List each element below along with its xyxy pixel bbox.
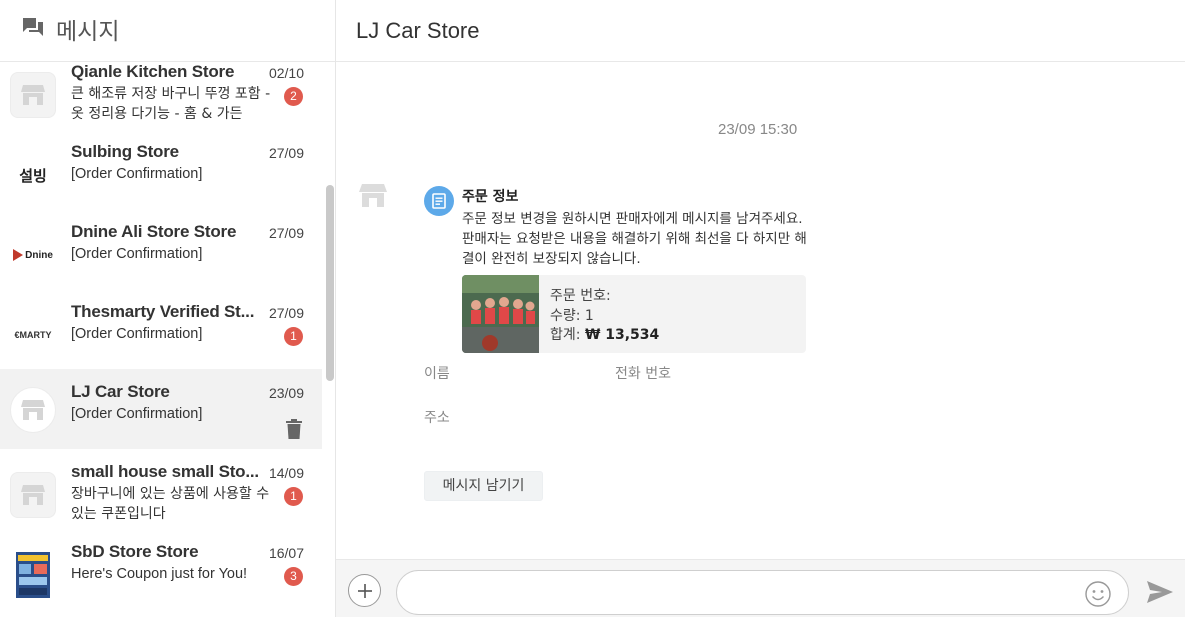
chat-title: LJ Car Store (356, 18, 480, 43)
phone-label: 전화 번호 (615, 366, 671, 382)
conversation-date: 27/09 (268, 145, 304, 161)
conversation-name: Sulbing Store (71, 142, 179, 161)
conversation-preview: [Order Confirmation] (71, 246, 203, 262)
store-avatar (10, 72, 56, 118)
store-icon (359, 184, 387, 207)
name-label: 이름 (424, 366, 450, 382)
chat-header: LJ Car Store (336, 0, 1185, 62)
conversation-name: LJ Car Store (71, 382, 170, 401)
order-total-value: ₩ 13,534 (584, 327, 660, 343)
store-logo: 설빙 (10, 152, 56, 198)
conversation-list[interactable]: Qianle Kitchen Store 02/10 큰 해조류 저장 바구니 … (0, 62, 322, 617)
unread-badge: 1 (284, 327, 303, 346)
conversation-item[interactable]: Dnine Dnine Ali Store Store 27/09 [Order… (0, 214, 322, 294)
conversation-panel: 메시지 Qianle Kitchen Store 02/10 큰 해조류 저장 … (0, 0, 336, 617)
order-info-title: 주문 정보 (462, 189, 519, 205)
message-input[interactable] (396, 570, 1129, 615)
order-number-label: 주문 번호: (550, 288, 611, 304)
conversation-preview: 큰 해조류 저장 바구니 뚜껑 포함 - 옷 정리용 다기능 - 홈 & 가든 (71, 86, 271, 122)
conversation-date: 27/09 (268, 225, 304, 241)
order-info-body: 주문 정보 변경을 원하시면 판매자에게 메시지를 남겨주세요. 판매자는 요청… (462, 211, 807, 267)
store-avatar (10, 472, 56, 518)
order-quantity: 수량: 1 (550, 308, 594, 324)
conversation-item[interactable]: small house small Sto... 14/09 장바구니에 있는 … (0, 454, 322, 534)
conversation-name: Dnine Ali Store Store (71, 222, 237, 241)
conversation-date: 02/10 (268, 65, 304, 81)
conversation-item-selected[interactable]: LJ Car Store 23/09 [Order Confirmation] (0, 369, 322, 449)
smarty-logo: €MARTY (14, 330, 52, 340)
conversation-date: 14/09 (268, 465, 304, 481)
store-icon (21, 400, 45, 420)
unread-badge: 2 (284, 87, 303, 106)
message-timestamp: 23/09 15:30 (718, 121, 798, 138)
conversation-preview: Here's Coupon just for You! (71, 566, 248, 582)
order-total-label: 합계: (550, 327, 581, 343)
dnine-logo: Dnine (25, 249, 53, 261)
plus-icon (357, 583, 372, 598)
conversation-preview: [Order Confirmation] (71, 406, 203, 422)
leave-message-button[interactable]: 메시지 남기기 (424, 471, 543, 501)
unread-badge: 3 (284, 567, 303, 586)
conversation-preview: 장바구니에 있는 상품에 사용할 수 있는 쿠폰입니다 (71, 486, 270, 522)
emoji-icon[interactable] (1084, 580, 1112, 608)
conversation-date: 16/07 (268, 545, 304, 561)
conversation-preview: [Order Confirmation] (71, 166, 203, 182)
messages-app: 메시지 Qianle Kitchen Store 02/10 큰 해조류 저장 … (0, 0, 1185, 617)
sulbing-logo: 설빙 (19, 166, 47, 185)
conversation-name: Qianle Kitchen Store (71, 62, 235, 81)
conversation-item[interactable]: Qianle Kitchen Store 02/10 큰 해조류 저장 바구니 … (0, 62, 322, 134)
attach-button[interactable] (348, 574, 381, 607)
conversation-preview: [Order Confirmation] (71, 326, 203, 342)
conversation-item[interactable]: SbD Store Store 16/07 Here's Coupon just… (0, 534, 322, 614)
order-product-card[interactable]: 주문 번호: 수량: 1 합계: ₩ 13,534 (462, 275, 806, 353)
dnine-play-icon (13, 249, 24, 261)
conversation-date: 27/09 (268, 305, 304, 321)
conversation-name: small house small Sto... (71, 462, 259, 481)
store-logo: Dnine (10, 232, 56, 278)
store-logo: €MARTY (10, 312, 56, 358)
message-composer (336, 559, 1185, 617)
chat-bubbles-icon (23, 18, 43, 36)
conversation-item[interactable]: 설빙 Sulbing Store 27/09 [Order Confirmati… (0, 134, 322, 214)
store-icon (21, 85, 45, 105)
product-thumbnail-icon (16, 552, 50, 598)
trash-icon[interactable] (286, 419, 302, 439)
store-icon (21, 485, 45, 505)
conversation-date: 23/09 (268, 385, 304, 401)
inbox-title: 메시지 (56, 19, 120, 45)
document-icon (432, 193, 446, 209)
conversation-name: SbD Store Store (71, 542, 199, 561)
conversation-scrollbar[interactable] (326, 185, 334, 381)
chat-panel: LJ Car Store 23/09 15:30 주문 정보 주문 정보 변경을… (336, 0, 1185, 617)
conversation-name: Thesmarty Verified St... (71, 302, 255, 321)
unread-badge: 1 (284, 487, 303, 506)
order-info-icon (424, 186, 454, 216)
inbox-header: 메시지 (0, 0, 335, 62)
product-thumbnail (462, 275, 539, 353)
order-total-row: 합계: ₩ 13,534 (550, 324, 659, 344)
store-logo (10, 552, 56, 598)
store-avatar (10, 387, 56, 433)
send-icon[interactable] (1146, 580, 1174, 604)
conversation-item[interactable]: €MARTY Thesmarty Verified St... 27/09 [O… (0, 294, 322, 374)
address-label: 주소 (424, 410, 450, 426)
